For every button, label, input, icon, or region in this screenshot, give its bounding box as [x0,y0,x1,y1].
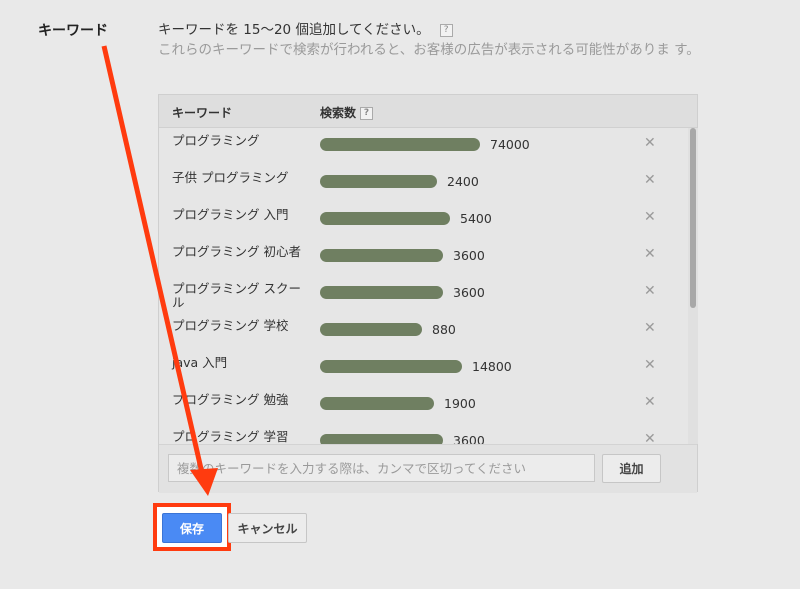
keyword-text: プログラミング 学校 [172,318,289,333]
header-volume-label: 検索数 [320,106,357,120]
keyword-row: プログラミング 74000 ✕ [159,128,689,165]
keyword-text: プログラミング スクール [172,281,301,310]
keyword-row: プログラミング 勉強 1900 ✕ [159,387,689,424]
volume-bar [320,249,443,262]
keyword-input[interactable] [168,454,595,482]
volume-value: 14800 [472,359,512,374]
instructions-sub: これらのキーワードで検索が行われると、お客様の広告が表示される可能性がありま す… [158,42,700,58]
volume-value: 880 [432,322,456,337]
keyword-text: プログラミング 学習 [172,429,289,444]
volume-bar [320,286,443,299]
volume-bar [320,360,462,373]
remove-icon[interactable]: ✕ [644,431,656,444]
scrollbar-thumb[interactable] [690,128,696,308]
keyword-text: 子供 プログラミング [172,170,289,185]
keyword-row: プログラミング スクール 3600 ✕ [159,276,689,313]
volume-value: 3600 [453,285,485,300]
cancel-button[interactable]: キャンセル [228,513,307,543]
volume-value: 74000 [490,137,530,152]
remove-icon[interactable]: ✕ [644,320,656,336]
volume-bar [320,175,437,188]
add-button[interactable]: 追加 [602,454,661,483]
volume-bar [320,138,480,151]
keyword-text: プログラミング [172,133,260,148]
volume-bar [320,212,450,225]
volume-value: 1900 [444,396,476,411]
keyword-list: プログラミング 74000 ✕ 子供 プログラミング 2400 ✕ プログラミング 入門 54… [159,128,689,444]
volume-value: 3600 [453,433,485,444]
volume-bar [320,434,443,444]
volume-bar [320,397,434,410]
remove-icon[interactable]: ✕ [644,394,656,410]
add-keyword-area: 追加 [159,444,697,493]
save-button[interactable]: 保存 [162,513,222,543]
volume-value: 2400 [447,174,479,189]
remove-icon[interactable]: ✕ [644,246,656,262]
section-label: キーワード [38,23,108,39]
scrollbar[interactable] [688,128,698,444]
remove-icon[interactable]: ✕ [644,283,656,299]
keyword-row: 子供 プログラミング 2400 ✕ [159,165,689,202]
table-header: キーワード 検索数? [159,95,697,128]
volume-value: 3600 [453,248,485,263]
keyword-text: java 入門 [172,355,228,370]
instructions-main: キーワードを 15〜20 個追加してください。 [158,22,430,38]
keyword-text: プログラミング 勉強 [172,392,289,407]
help-icon[interactable]: ? [439,23,453,37]
help-icon[interactable]: ? [360,107,374,120]
keyword-row: java 入門 14800 ✕ [159,350,689,387]
instructions: キーワードを 15〜20 個追加してください。? これらのキーワードで検索が行わ… [158,20,718,60]
volume-bar [320,323,422,336]
keyword-row: プログラミング 入門 5400 ✕ [159,202,689,239]
remove-icon[interactable]: ✕ [644,209,656,225]
keyword-text: プログラミング 初心者 [172,244,301,259]
keyword-row: プログラミング 初心者 3600 ✕ [159,239,689,276]
keyword-text: プログラミング 入門 [172,207,289,222]
remove-icon[interactable]: ✕ [644,135,656,151]
volume-value: 5400 [460,211,492,226]
remove-icon[interactable]: ✕ [644,172,656,188]
keyword-row: プログラミング 学習 3600 ✕ [159,424,689,444]
keyword-row: プログラミング 学校 880 ✕ [159,313,689,350]
remove-icon[interactable]: ✕ [644,357,656,373]
header-volume: 検索数? [320,104,374,121]
keyword-panel: キーワード 検索数? プログラミング 74000 ✕ 子供 プログラミング 2400 ✕ プ… [158,94,698,493]
header-keyword: キーワード [172,106,233,120]
